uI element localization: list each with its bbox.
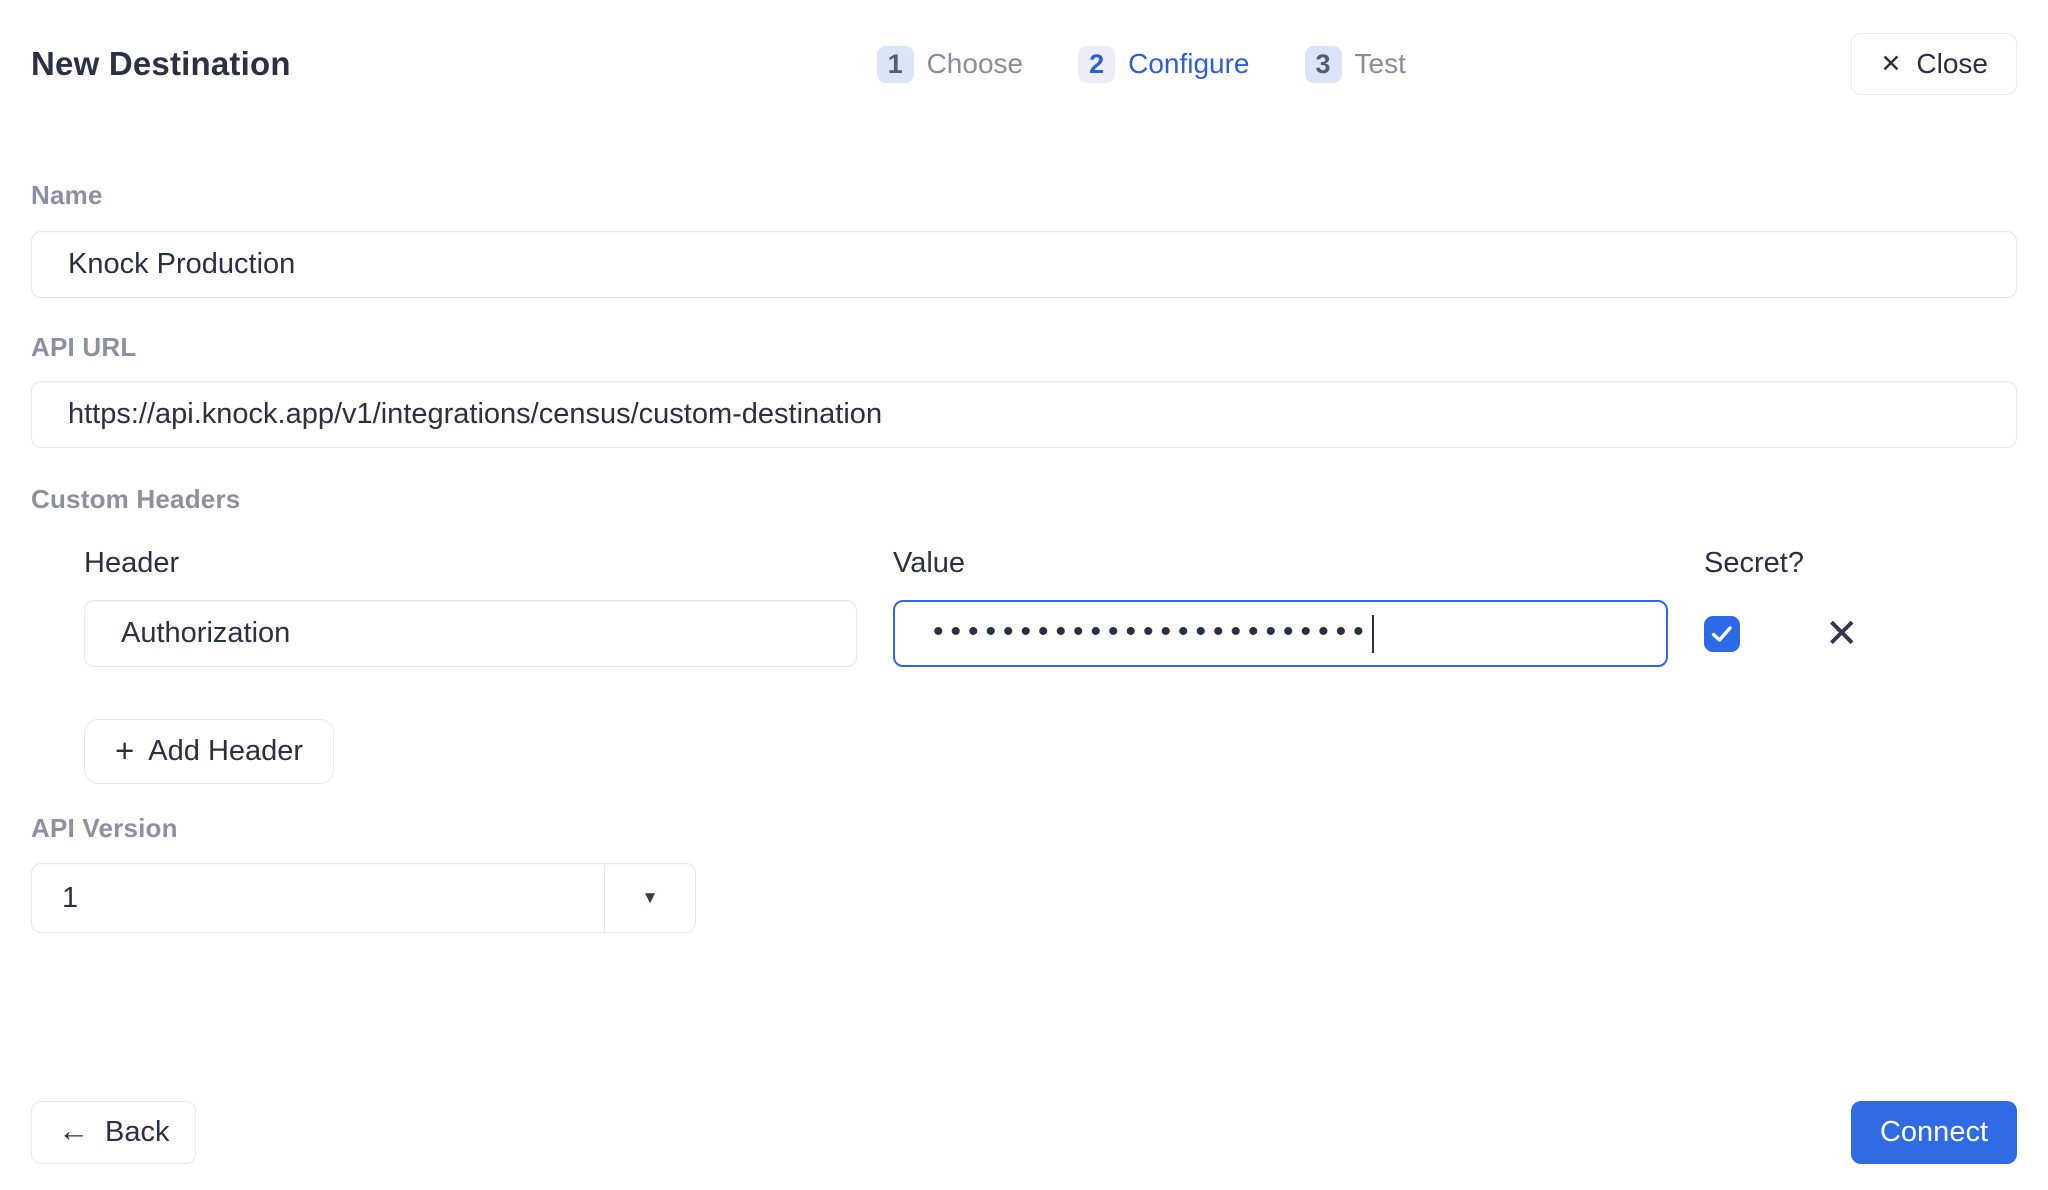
column-title-secret: Secret? xyxy=(1704,549,1904,578)
name-input[interactable] xyxy=(31,231,2017,298)
dialog-header: New Destination 1 Choose 2 Configure 3 T… xyxy=(31,0,2017,95)
close-icon: ✕ xyxy=(1880,52,1901,77)
step-configure-number: 2 xyxy=(1078,46,1115,83)
api-url-input[interactable] xyxy=(31,381,2017,448)
add-header-label: Add Header xyxy=(148,735,303,768)
step-configure[interactable]: 2 Configure xyxy=(1078,46,1249,83)
back-button-label: Back xyxy=(105,1116,169,1149)
masked-value-text: ••••••••••••••••••••••••• xyxy=(933,617,1371,647)
api-version-value: 1 xyxy=(32,864,604,932)
step-choose-label: Choose xyxy=(927,48,1024,80)
column-title-header: Header xyxy=(84,549,857,578)
remove-header-button[interactable]: ✕ xyxy=(1825,614,1859,654)
header-name-input[interactable] xyxy=(84,600,857,667)
back-arrow-icon: ← xyxy=(58,1115,89,1146)
custom-headers-label: Custom Headers xyxy=(31,486,2017,512)
api-url-label: API URL xyxy=(31,334,2017,360)
step-test[interactable]: 3 Test xyxy=(1305,46,1406,83)
api-version-caret-segment[interactable]: ▼ xyxy=(604,864,695,932)
api-version-select[interactable]: 1 ▼ xyxy=(31,863,696,933)
connect-button[interactable]: Connect xyxy=(1851,1101,2017,1164)
column-title-value: Value xyxy=(893,549,1668,578)
secret-checkbox[interactable] xyxy=(1704,616,1740,652)
page-title: New Destination xyxy=(31,45,431,83)
chevron-down-icon: ▼ xyxy=(642,888,659,908)
remove-icon: ✕ xyxy=(1825,611,1859,657)
name-label: Name xyxy=(31,182,2017,208)
step-choose[interactable]: 1 Choose xyxy=(877,46,1024,83)
add-header-button[interactable]: + Add Header xyxy=(84,719,334,784)
step-configure-label: Configure xyxy=(1128,48,1249,80)
connect-button-label: Connect xyxy=(1880,1116,1988,1148)
header-value-input[interactable]: ••••••••••••••••••••••••• xyxy=(893,600,1668,667)
step-choose-number: 1 xyxy=(877,46,914,83)
plus-icon: + xyxy=(115,734,134,767)
check-icon xyxy=(1711,625,1733,643)
new-destination-dialog: New Destination 1 Choose 2 Configure 3 T… xyxy=(0,0,2048,1190)
step-test-number: 3 xyxy=(1305,46,1342,83)
api-version-label: API Version xyxy=(31,815,2017,841)
custom-headers-column-titles: Header Value Secret? xyxy=(84,549,2017,578)
text-cursor xyxy=(1372,615,1374,653)
close-button-label: Close xyxy=(1916,48,1988,80)
custom-header-row: ••••••••••••••••••••••••• ✕ xyxy=(84,600,2017,667)
dialog-footer: ← Back Connect xyxy=(31,1101,2017,1164)
stepper: 1 Choose 2 Configure 3 Test xyxy=(431,46,1851,83)
back-button[interactable]: ← Back xyxy=(31,1101,196,1164)
step-test-label: Test xyxy=(1355,48,1406,80)
close-button[interactable]: ✕ Close xyxy=(1851,33,2017,95)
